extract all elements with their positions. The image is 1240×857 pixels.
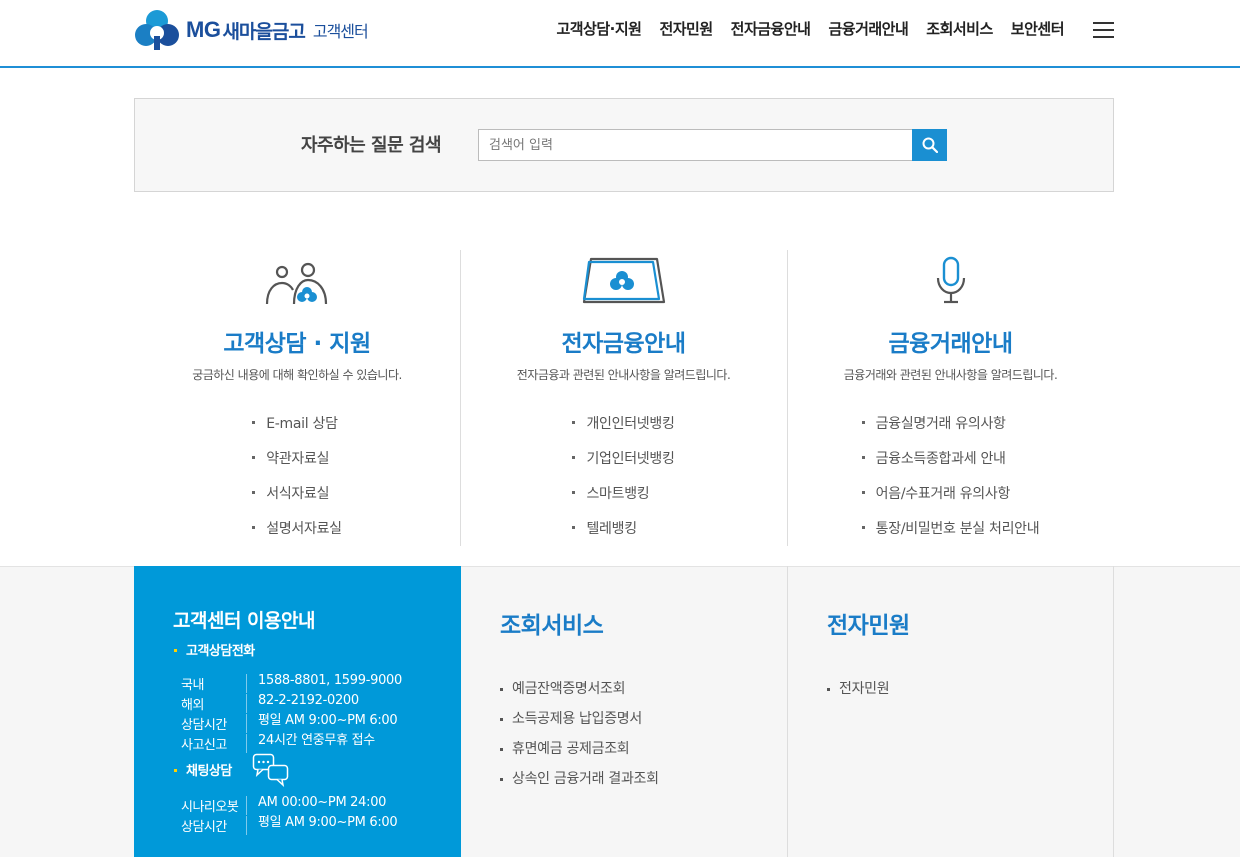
list-item[interactable]: 어음/수표거래 유의사항 <box>861 483 1040 518</box>
inquiry-links: 예금잔액증명서조회 소득공제용 납입증명서 휴면예금 공제금조회 상속인 금융거… <box>500 678 659 798</box>
chat-section-title: 채팅상담 <box>174 760 232 779</box>
nav-item-complaint[interactable]: 전자민원 <box>659 18 713 39</box>
list-item[interactable]: 설명서자료실 <box>252 518 342 553</box>
info-row: 사고신고 24시간 연중무휴 접수 <box>181 734 375 753</box>
icon-wrap <box>461 250 786 306</box>
panel-title[interactable]: 전자민원 <box>827 606 910 640</box>
column-desc: 궁금하신 내용에 대해 확인하실 수 있습니다. <box>192 368 402 382</box>
info-key: 사고신고 <box>181 738 227 753</box>
list-item[interactable]: 통장/비밀번호 분실 처리안내 <box>861 518 1040 553</box>
list-item[interactable]: 약관자료실 <box>252 448 341 483</box>
list-item[interactable]: 텔레뱅킹 <box>572 518 674 553</box>
list-item[interactable]: 금융소득종합과세 안내 <box>861 448 1040 483</box>
list-item[interactable]: 소득공제용 납입증명서 <box>500 708 659 738</box>
search-button[interactable] <box>912 129 947 161</box>
info-key: 해외 <box>181 698 204 713</box>
info-value: 평일 AM 9:00~PM 6:00 <box>246 714 398 733</box>
microphone-icon <box>936 256 965 304</box>
icon-wrap <box>134 250 460 306</box>
info-key: 상담시간 <box>181 820 227 835</box>
ebanking-column: 전자금융안내 전자금융과 관련된 안내사항을 알려드립니다. 개인인터넷뱅킹 기… <box>460 250 786 546</box>
logo-mg-text: MG <box>186 17 221 42</box>
list-item[interactable]: 상속인 금융거래 결과조회 <box>500 768 659 798</box>
info-key: 상담시간 <box>181 718 227 733</box>
list-item[interactable]: 서식자료실 <box>252 483 341 518</box>
phone-section-title: 고객상담전화 <box>174 640 255 659</box>
logo[interactable]: MG 새마을금고 고객센터 <box>134 8 369 52</box>
inquiry-service-panel: 조회서비스 예금잔액증명서조회 소득공제용 납입증명서 휴면예금 공제금조회 상… <box>461 566 787 857</box>
list-item[interactable]: E-mail 상담 <box>252 413 341 448</box>
icon-wrap <box>788 250 1113 306</box>
column-title[interactable]: 고객상담 · 지원 <box>134 324 460 358</box>
support-links: E-mail 상담 약관자료실 서식자료실 설명서자료실 <box>252 413 342 553</box>
site-header: MG 새마을금고 고객센터 고객상담·지원 전자민원 전자금융안내 금융거래안내… <box>0 0 1240 68</box>
transaction-links: 금융실명거래 유의사항 금융소득종합과세 안내 어음/수표거래 유의사항 통장/… <box>861 413 1040 553</box>
transaction-column: 금융거래안내 금융거래와 관련된 안내사항을 알려드립니다. 금융실명거래 유의… <box>787 250 1113 546</box>
logo-sub-text: 고객센터 <box>312 22 369 41</box>
column-desc: 금융거래와 관련된 안내사항을 알려드립니다. <box>843 368 1058 382</box>
cloud-card-icon <box>582 257 665 304</box>
info-row: 상담시간 평일 AM 9:00~PM 6:00 <box>181 714 398 733</box>
list-item[interactable]: 휴면예금 공제금조회 <box>500 738 659 768</box>
panel-title[interactable]: 조회서비스 <box>500 606 604 640</box>
nav-item-inquiry[interactable]: 조회서비스 <box>926 18 993 39</box>
customer-center-info: 고객센터 이용안내 고객상담전화 국내 1588-8801, 1599-9000… <box>134 566 461 857</box>
list-item[interactable]: 기업인터넷뱅킹 <box>572 448 675 483</box>
info-key: 국내 <box>181 678 204 693</box>
column-title[interactable]: 전자금융안내 <box>461 324 786 358</box>
list-item[interactable]: 금융실명거래 유의사항 <box>861 413 1040 448</box>
info-value: 평일 AM 9:00~PM 6:00 <box>246 816 398 835</box>
ebanking-links: 개인인터넷뱅킹 기업인터넷뱅킹 스마트뱅킹 텔레뱅킹 <box>572 413 675 553</box>
info-row: 시나리오봇 AM 00:00~PM 24:00 <box>181 796 386 815</box>
column-title[interactable]: 금융거래안내 <box>788 324 1113 358</box>
nav-item-ebanking[interactable]: 전자금융안내 <box>731 18 811 39</box>
info-value: AM 00:00~PM 24:00 <box>246 796 386 815</box>
main-nav: 고객상담·지원 전자민원 전자금융안내 금융거래안내 조회서비스 보안센터 <box>538 18 1064 39</box>
complaint-links: 전자민원 <box>827 678 890 708</box>
nav-item-transaction[interactable]: 금융거래안내 <box>828 18 908 39</box>
faq-search-title: 자주하는 질문 검색 <box>301 135 442 156</box>
info-row: 국내 1588-8801, 1599-9000 <box>181 674 402 693</box>
info-title: 고객센터 이용안내 <box>173 610 315 632</box>
info-value: 1588-8801, 1599-9000 <box>246 674 402 693</box>
search-input[interactable] <box>478 129 913 161</box>
people-cloud-icon <box>265 262 328 305</box>
chat-bubbles-icon[interactable] <box>252 753 290 787</box>
column-desc: 전자금융과 관련된 안내사항을 알려드립니다. <box>516 368 731 382</box>
hamburger-icon[interactable] <box>1093 22 1114 39</box>
e-complaint-panel: 전자민원 전자민원 <box>787 566 1114 857</box>
list-item[interactable]: 예금잔액증명서조회 <box>500 678 659 708</box>
nav-item-security[interactable]: 보안센터 <box>1011 18 1065 39</box>
info-row: 상담시간 평일 AM 9:00~PM 6:00 <box>181 816 398 835</box>
info-value: 82-2-2192-0200 <box>246 694 359 713</box>
nav-item-support[interactable]: 고객상담·지원 <box>556 18 642 39</box>
mg-cloud-logo-icon <box>135 10 179 50</box>
info-row: 해외 82-2-2192-0200 <box>181 694 359 713</box>
info-key: 시나리오봇 <box>181 800 239 815</box>
list-item[interactable]: 전자민원 <box>827 678 890 708</box>
logo-brand-text: 새마을금고 <box>222 20 305 43</box>
info-value: 24시간 연중무휴 접수 <box>246 734 375 753</box>
search-icon <box>922 137 938 153</box>
list-item[interactable]: 개인인터넷뱅킹 <box>572 413 675 448</box>
faq-search-box: 자주하는 질문 검색 <box>134 98 1114 192</box>
support-column: 고객상담 · 지원 궁금하신 내용에 대해 확인하실 수 있습니다. E-mai… <box>134 250 460 546</box>
list-item[interactable]: 스마트뱅킹 <box>572 483 674 518</box>
